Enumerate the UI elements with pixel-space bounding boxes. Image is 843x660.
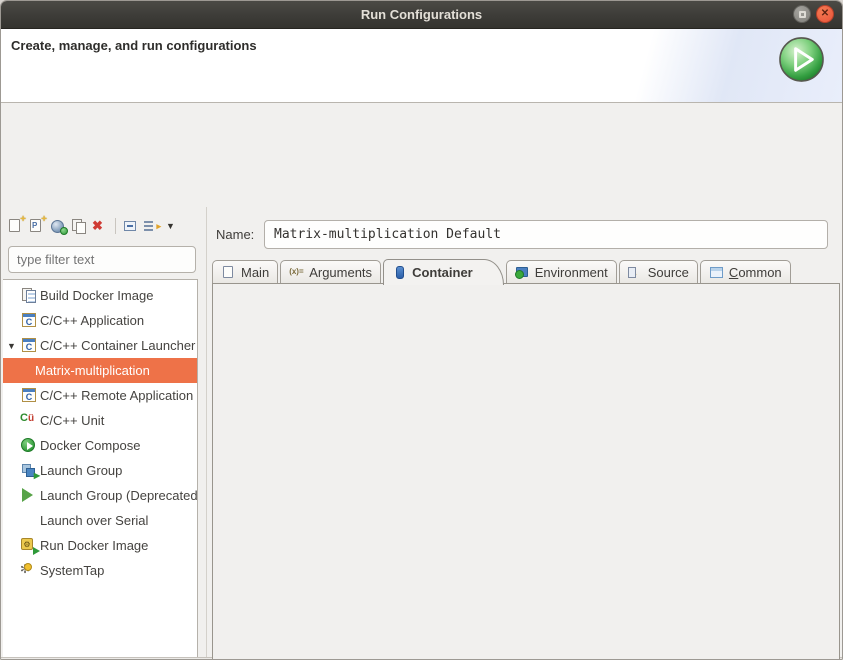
c-application-icon <box>20 387 39 404</box>
tab-bar: Main (x)= Arguments Container Environmen… <box>212 258 793 284</box>
cunit-icon: C <box>20 412 39 429</box>
new-launch-prototype-icon[interactable]: P+ <box>28 217 46 235</box>
tab-source[interactable]: ✎ Source <box>619 260 698 284</box>
tab-arguments[interactable]: (x)= Arguments <box>280 260 381 284</box>
launch-group-deprecated-icon <box>20 487 39 504</box>
maximize-button[interactable] <box>793 5 811 23</box>
toolbar-separator <box>115 218 116 234</box>
tree-item-launch-group-deprecated[interactable]: Launch Group (Deprecated) <box>3 483 197 508</box>
tree-expander-icon[interactable]: ▼ <box>3 341 20 351</box>
tab-main[interactable]: Main <box>212 260 278 284</box>
export-launch-configurations-icon[interactable] <box>49 217 67 235</box>
run-launch-icon <box>778 36 825 83</box>
configuration-tree[interactable]: Build Docker Image C/C++ Application ▼ C… <box>3 279 198 660</box>
name-label: Name: <box>216 227 254 242</box>
systemtap-icon: ✻ <box>20 562 39 579</box>
tab-common[interactable]: Common <box>700 260 791 284</box>
main-area: + P+ ✖ ▸ ▼ Build Docker Image C/C++ Appl… <box>1 103 842 657</box>
collapse-all-icon[interactable] <box>122 217 140 235</box>
container-tab-panel <box>212 283 840 660</box>
common-tab-icon <box>709 265 725 280</box>
filter-input[interactable] <box>8 246 196 273</box>
name-input[interactable] <box>264 220 828 249</box>
close-button[interactable]: ✕ <box>816 5 834 23</box>
window-title: Run Configurations <box>361 7 482 22</box>
container-tab-icon <box>392 265 408 280</box>
banner-heading: Create, manage, and run configurations <box>11 38 257 53</box>
tree-item-systemtap[interactable]: ✻ SystemTap <box>3 558 197 583</box>
c-application-icon <box>20 337 39 354</box>
maximize-icon <box>799 11 806 18</box>
tree-item-c-remote-application[interactable]: C/C++ Remote Application <box>3 383 197 408</box>
environment-tab-icon <box>515 265 531 280</box>
duplicate-launch-configuration-icon[interactable] <box>70 217 88 235</box>
main-tab-icon <box>221 265 237 280</box>
tree-item-build-docker-image[interactable]: Build Docker Image <box>3 283 197 308</box>
launch-toolbar: + P+ ✖ ▸ ▼ <box>7 214 177 238</box>
c-application-icon <box>20 312 39 329</box>
run-configurations-dialog: Run Configurations ✕ Create, manage, and… <box>0 0 843 660</box>
tab-environment[interactable]: Environment <box>506 260 617 284</box>
tree-item-c-application[interactable]: C/C++ Application <box>3 308 197 333</box>
banner: Create, manage, and run configurations <box>1 29 842 103</box>
tree-item-run-docker-image[interactable]: ⚙ Run Docker Image <box>3 533 197 558</box>
tree-item-c-unit[interactable]: C C/C++ Unit <box>3 408 197 433</box>
delete-launch-configuration-icon[interactable]: ✖ <box>91 217 109 235</box>
titlebar[interactable]: Run Configurations ✕ <box>1 1 842 29</box>
run-docker-image-icon: ⚙ <box>20 537 39 554</box>
panel-splitter[interactable] <box>206 207 207 660</box>
tree-item-docker-compose[interactable]: Docker Compose <box>3 433 197 458</box>
docker-image-icon <box>20 287 39 304</box>
arguments-tab-icon: (x)= <box>289 265 305 280</box>
filter-launch-configurations-icon[interactable]: ▸ <box>143 217 161 235</box>
launch-group-icon: ▶ <box>20 462 39 479</box>
tree-item-matrix-multiplication[interactable]: Matrix-multiplication <box>3 358 197 383</box>
tree-item-launch-over-serial[interactable]: Launch over Serial <box>3 508 197 533</box>
tree-item-launch-group[interactable]: ▶ Launch Group <box>3 458 197 483</box>
tab-container[interactable]: Container <box>383 259 504 285</box>
docker-compose-icon <box>20 437 39 454</box>
tree-item-c-container-launcher[interactable]: ▼ C/C++ Container Launcher <box>3 333 197 358</box>
new-launch-configuration-icon[interactable]: + <box>7 217 25 235</box>
source-tab-icon: ✎ <box>628 265 644 280</box>
view-menu-icon[interactable]: ▼ <box>164 221 177 231</box>
close-icon: ✕ <box>821 9 829 19</box>
